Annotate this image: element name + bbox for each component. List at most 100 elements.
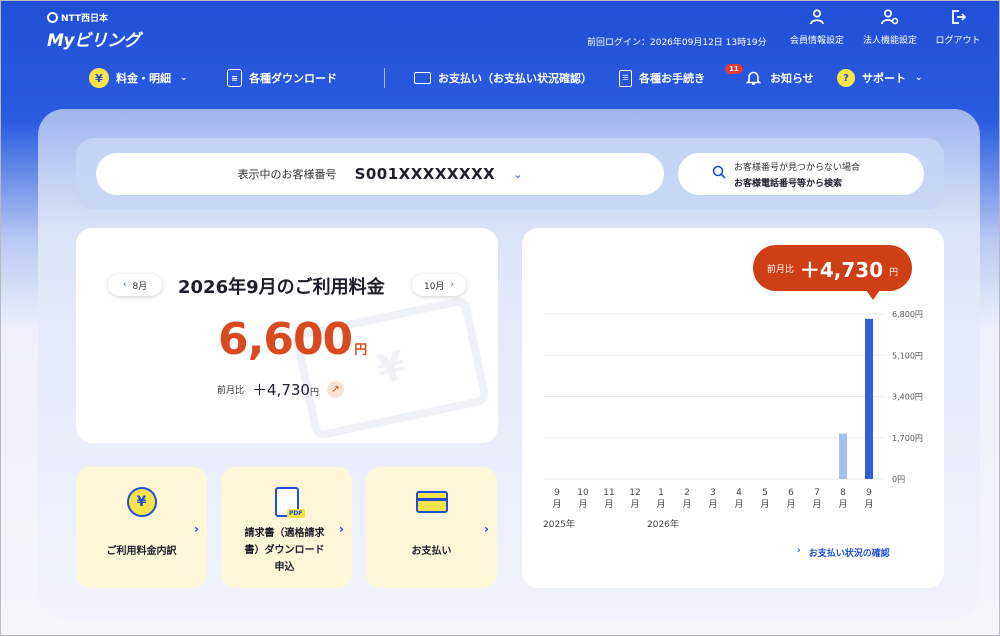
nav-billing[interactable]: ¥ 料金・明細 ⌄ <box>89 67 188 89</box>
ntt-logo: NTT西日本 <box>47 11 140 24</box>
payment-status-link[interactable]: › お支払い状況の確認 <box>797 546 890 559</box>
tile-usage-breakdown[interactable]: ¥ ご利用料金内訳 › <box>76 467 207 588</box>
bubble-label: 前月比 <box>766 264 794 275</box>
tile-invoice-download[interactable]: PDF 請求書（適格請求書）ダウンロード申込 › <box>221 467 352 588</box>
x-tick-unit: 月 <box>604 499 613 510</box>
nav-downloads[interactable]: ≡ 各種ダウンロード <box>227 67 337 89</box>
nav-payment[interactable]: お支払い（お支払い状況確認） <box>414 67 592 89</box>
x-tick-label: 8 <box>840 488 846 498</box>
x-tick-label: 9 <box>554 488 560 498</box>
x-tick-label: 10 <box>577 488 589 498</box>
nav-support[interactable]: ? サポート ⌄ <box>837 67 923 89</box>
y-tick-label: 1,700円 <box>892 434 923 443</box>
person-icon <box>782 9 852 27</box>
usage-amount-value: 6,600 <box>218 314 353 365</box>
year-label: 2025年 <box>543 518 575 530</box>
y-tick-label: 0円 <box>892 475 905 484</box>
chat-help-icon: ? <box>837 69 855 87</box>
notice-count-badge: 11 <box>725 64 743 74</box>
tile-payment-label: お支払い <box>411 546 452 557</box>
corporate-settings-link[interactable]: 法人機能設定 <box>855 9 925 46</box>
usage-amount: 6,600 円 <box>218 314 367 365</box>
brand-name: Myビリング <box>47 31 141 51</box>
payment-status-label: お支払い状況の確認 <box>808 549 890 559</box>
phone-search-button[interactable]: お客様番号が見つからない場合 お客様電話番号等から検索 <box>678 153 924 195</box>
ntt-mark-icon <box>47 12 58 23</box>
tile-invoice-download-label: 請求書（適格請求書）ダウンロード申込 <box>244 528 325 573</box>
usage-amount-unit: 円 <box>354 343 367 358</box>
next-month-button[interactable]: 10月 › <box>412 274 466 296</box>
diff-label: 前月比 <box>217 386 245 396</box>
tile-payment[interactable]: お支払い › <box>366 467 497 588</box>
corporate-settings-label: 法人機能設定 <box>862 36 917 46</box>
member-settings-link[interactable]: 会員情報設定 <box>782 9 852 46</box>
nav-notices[interactable]: お知らせ <box>743 67 814 89</box>
yen-circle: ¥ <box>126 487 157 517</box>
person-gear-icon <box>855 9 925 27</box>
x-tick-unit: 月 <box>786 499 795 510</box>
nav-payment-label: お支払い（お支払い状況確認） <box>438 72 592 85</box>
document-download-icon: ≡ <box>227 69 242 87</box>
arrow-up-right-icon: ↗ <box>326 381 344 398</box>
x-tick-label: 7 <box>814 488 820 498</box>
search-icon <box>712 165 726 183</box>
ntt-logo-text: NTT西日本 <box>61 14 109 24</box>
pdf-doc: PDF <box>274 487 305 518</box>
chevron-right-icon: › <box>484 522 489 536</box>
diff-value: ＋4,730 <box>252 381 310 399</box>
pdf-icon: PDF <box>274 487 305 518</box>
x-tick-unit: 月 <box>552 499 561 510</box>
credit-card-icon <box>415 491 448 513</box>
prev-month-label: 8月 <box>132 281 148 292</box>
x-tick-unit: 月 <box>734 499 743 510</box>
usage-title: 2026年9月のご利用料金 <box>178 277 385 298</box>
nav-billing-label: 料金・明細 <box>116 72 171 85</box>
y-tick-label: 6,800円 <box>892 310 923 319</box>
x-tick-unit: 月 <box>864 499 873 510</box>
chevron-right-icon: › <box>450 280 455 290</box>
yen-circle-icon: ¥ <box>126 487 157 517</box>
phone-search-label: お客様電話番号等から検索 <box>734 178 843 189</box>
bubble-value: ＋4,730 <box>799 257 884 282</box>
logout-label: ログアウト <box>935 36 981 46</box>
tile-usage-breakdown-label: ご利用料金内訳 <box>106 546 177 557</box>
x-tick-unit: 月 <box>708 499 717 510</box>
bubble-unit: 円 <box>889 267 899 278</box>
chart-bar <box>865 318 873 479</box>
last-login: 前回ログイン：2026年09月12日 13時19分 <box>587 38 767 48</box>
x-tick-label: 1 <box>658 488 664 498</box>
nav-procedures-label: 各種お手続き <box>639 72 705 85</box>
x-tick-label: 5 <box>762 488 768 498</box>
x-tick-label: 3 <box>710 488 716 498</box>
account-label: 表示中のお客様番号 <box>237 168 337 181</box>
chevron-down-icon: ⌄ <box>180 73 188 83</box>
chevron-right-icon: › <box>797 546 801 556</box>
logo[interactable]: NTT西日本 Myビリング <box>47 11 141 51</box>
pdf-tag: PDF <box>287 509 305 518</box>
x-tick-label: 2 <box>684 488 690 498</box>
account-number: S001XXXXXXXX <box>354 165 496 183</box>
diff-bubble: 前月比 ＋4,730 円 <box>753 245 912 300</box>
x-tick-unit: 月 <box>838 499 847 510</box>
x-tick-label: 9 <box>866 488 872 498</box>
month-diff: 前月比 ＋4,730円 ↗ <box>217 379 344 400</box>
bell-icon <box>743 68 763 88</box>
logout-icon <box>923 9 993 27</box>
account-selector[interactable]: 表示中のお客様番号 S001XXXXXXXX ⌄ <box>96 153 664 195</box>
yen-icon: ¥ <box>89 68 109 88</box>
nav-divider <box>384 68 385 88</box>
nav-procedures[interactable]: ☰ 各種お手続き <box>619 67 705 89</box>
logout-link[interactable]: ログアウト <box>923 9 993 46</box>
checklist-icon: ☰ <box>619 69 632 87</box>
card-shape <box>415 491 448 513</box>
phone-search-text: お客様番号が見つからない場合 お客様電話番号等から検索 <box>734 160 860 189</box>
prev-month-button[interactable]: ‹ 8月 <box>108 274 162 296</box>
nav-downloads-label: 各種ダウンロード <box>249 72 337 85</box>
y-tick-label: 5,100円 <box>892 351 923 360</box>
chevron-down-icon: ⌄ <box>915 73 923 83</box>
nav-notices-label: お知らせ <box>770 72 814 85</box>
nav-support-label: サポート <box>862 72 906 85</box>
x-tick-unit: 月 <box>682 499 691 510</box>
chart-bar <box>839 433 847 479</box>
x-tick-unit: 月 <box>812 499 821 510</box>
